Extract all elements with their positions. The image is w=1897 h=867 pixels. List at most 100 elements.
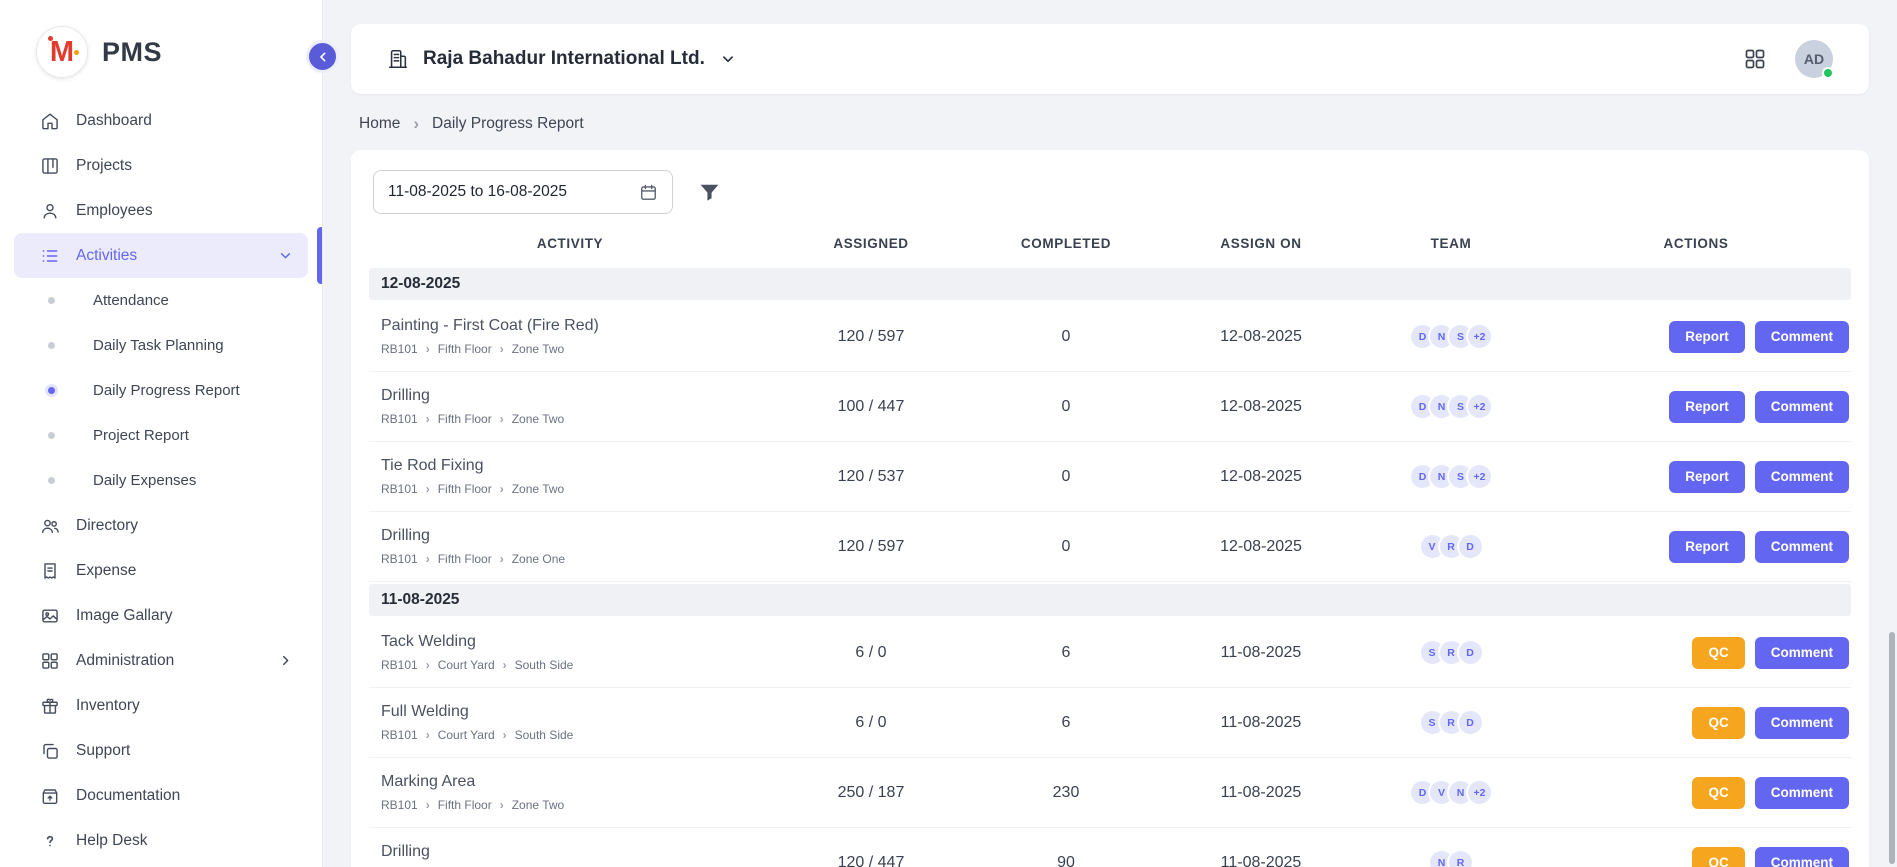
list-icon [40, 246, 60, 266]
team-avatar: R [1447, 849, 1474, 867]
path-segment: RB101 [381, 342, 418, 356]
team-avatar: D [1457, 533, 1484, 560]
path-segment: Fifth Floor [438, 482, 492, 496]
row-actions: QC Comment [1541, 637, 1851, 669]
table-row: Full WeldingRB101›Court Yard›South Side6… [369, 688, 1851, 758]
company-selector[interactable]: Raja Bahadur International Ltd. [387, 48, 737, 70]
report-button[interactable]: Report [1669, 461, 1745, 493]
report-button[interactable]: Report [1669, 531, 1745, 563]
path-segment: Court Yard [438, 728, 495, 742]
sidebar-subitem-daily-task-planning[interactable]: Daily Task Planning [0, 323, 322, 368]
chevron-right-icon: › [500, 342, 504, 356]
team-avatar[interactable]: +2 [1466, 323, 1493, 350]
sidebar-item-image-gallary[interactable]: Image Gallary [14, 593, 308, 638]
help-icon [40, 831, 60, 851]
sidebar-item-help-desk[interactable]: Help Desk [14, 818, 308, 863]
apps-grid-button[interactable] [1743, 47, 1767, 71]
assign-on-value: 11-08-2025 [1161, 784, 1361, 802]
scrollbar-thumb[interactable] [1889, 632, 1895, 864]
comment-button[interactable]: Comment [1755, 321, 1849, 353]
comment-button[interactable]: Comment [1755, 531, 1849, 563]
activity-title: Drilling [381, 843, 771, 861]
assign-on-value: 12-08-2025 [1161, 468, 1361, 486]
grid-icon [40, 651, 60, 671]
chevron-right-icon: › [413, 114, 419, 134]
team-avatars: NR [1361, 849, 1541, 867]
path-segment: Zone Two [512, 342, 564, 356]
date-group-header: 12-08-2025 [369, 268, 1851, 300]
chevron-right-icon: › [500, 482, 504, 496]
comment-button[interactable]: Comment [1755, 461, 1849, 493]
team-avatar[interactable]: +2 [1466, 463, 1493, 490]
sidebar-item-dashboard[interactable]: Dashboard [14, 98, 308, 143]
qc-button[interactable]: QC [1692, 707, 1744, 739]
sidebar-subitem-project-report[interactable]: Project Report [0, 413, 322, 458]
sidebar-subitem-label: Daily Task Planning [93, 337, 224, 354]
top-header: Raja Bahadur International Ltd. AD [351, 24, 1869, 94]
comment-button[interactable]: Comment [1755, 847, 1849, 867]
sidebar-item-support[interactable]: Support [14, 728, 308, 773]
team-avatar: D [1457, 709, 1484, 736]
sidebar-item-administration[interactable]: Administration [14, 638, 308, 683]
team-avatar[interactable]: +2 [1466, 393, 1493, 420]
team-avatars: DNS+2 [1361, 323, 1541, 350]
sidebar-item-label: Projects [76, 157, 132, 175]
app-logo: M PMS [0, 0, 322, 98]
sidebar-subitem-attendance[interactable]: Attendance [0, 278, 322, 323]
report-button[interactable]: Report [1669, 321, 1745, 353]
chevron-right-icon: › [500, 552, 504, 566]
table-row: Painting - First Coat (Fire Red)RB101›Fi… [369, 302, 1851, 372]
sidebar-subitem-daily-progress-report[interactable]: Daily Progress Report [0, 368, 322, 413]
chevron-down-icon [719, 50, 737, 68]
chevron-right-icon: › [500, 798, 504, 812]
activities-submenu: Attendance Daily Task Planning Daily Progr… [0, 278, 322, 503]
path-segment: Fifth Floor [438, 342, 492, 356]
sidebar-item-projects[interactable]: Projects [14, 143, 308, 188]
bullet-icon [48, 297, 55, 304]
comment-button[interactable]: Comment [1755, 777, 1849, 809]
report-button[interactable]: Report [1669, 391, 1745, 423]
breadcrumb: Home › Daily Progress Report [359, 114, 1869, 134]
activity-cell: Tie Rod FixingRB101›Fifth Floor›Zone Two [369, 457, 771, 496]
completed-value: 6 [971, 714, 1161, 732]
sidebar-subitem-label: Attendance [93, 292, 169, 309]
sidebar-subitem-daily-expenses[interactable]: Daily Expenses [0, 458, 322, 503]
assigned-value: 250 / 187 [771, 784, 971, 802]
main-content: Raja Bahadur International Ltd. AD Home [323, 0, 1897, 867]
sidebar-subitem-label: Project Report [93, 427, 189, 444]
path-segment: South Side [515, 728, 574, 742]
comment-button[interactable]: Comment [1755, 391, 1849, 423]
breadcrumb-home[interactable]: Home [359, 115, 400, 133]
sidebar-collapse-button[interactable] [306, 40, 339, 73]
sidebar-item-activities[interactable]: Activities [14, 233, 308, 278]
sidebar-item-documentation[interactable]: Documentation [14, 773, 308, 818]
team-avatar[interactable]: +2 [1466, 779, 1493, 806]
comment-button[interactable]: Comment [1755, 637, 1849, 669]
team-avatars: SRD [1361, 709, 1541, 736]
qc-button[interactable]: QC [1692, 777, 1744, 809]
completed-value: 6 [971, 644, 1161, 662]
filter-button[interactable] [697, 180, 722, 205]
date-range-input[interactable]: 11-08-2025 to 16-08-2025 [373, 170, 673, 214]
column-header-team: TEAM [1361, 236, 1541, 251]
path-segment: Court Yard [438, 658, 495, 672]
row-actions: Report Comment [1541, 531, 1851, 563]
sidebar-item-expense[interactable]: Expense [14, 548, 308, 593]
row-actions: Report Comment [1541, 461, 1851, 493]
qc-button[interactable]: QC [1692, 637, 1744, 669]
chevron-right-icon: › [503, 658, 507, 672]
team-avatars: DNS+2 [1361, 393, 1541, 420]
activity-path: RB101›Fifth Floor›Zone One [381, 552, 771, 566]
sidebar-item-inventory[interactable]: Inventory [14, 683, 308, 728]
table-row: DrillingRB101›Fifth Floor›Zone One120 / … [369, 512, 1851, 582]
comment-button[interactable]: Comment [1755, 707, 1849, 739]
qc-button[interactable]: QC [1692, 847, 1744, 867]
team-avatars: DVN+2 [1361, 779, 1541, 806]
app-title: PMS [102, 37, 162, 68]
date-range-value: 11-08-2025 to 16-08-2025 [388, 183, 567, 201]
sidebar-item-employees[interactable]: Employees [14, 188, 308, 233]
date-group-header: 11-08-2025 [369, 584, 1851, 616]
sidebar-item-directory[interactable]: Directory [14, 503, 308, 548]
user-avatar[interactable]: AD [1795, 40, 1833, 78]
row-actions: Report Comment [1541, 391, 1851, 423]
